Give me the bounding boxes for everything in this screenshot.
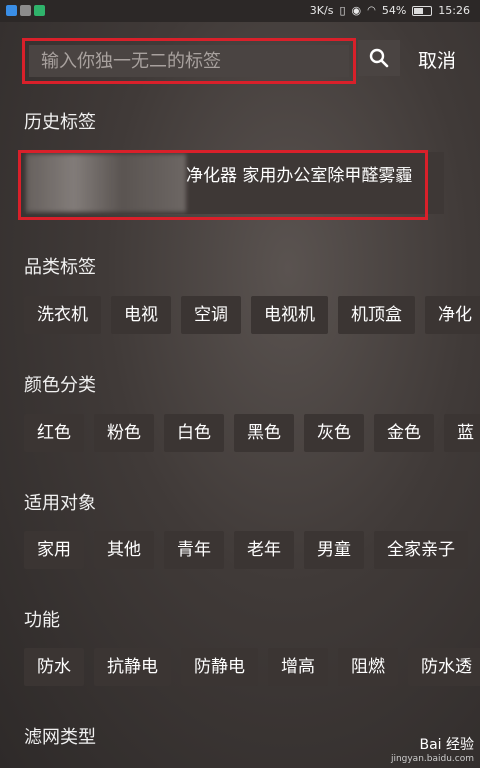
tag-chip[interactable]: 防水透 (408, 648, 480, 686)
tag-chip[interactable]: 青年 (164, 531, 224, 569)
tag-chip[interactable]: 男童 (304, 531, 364, 569)
category-title: 品类标签 (24, 257, 96, 278)
tag-chip[interactable]: 蓝 (444, 414, 480, 452)
function-chips: 防水 抗静电 防静电 增高 阻燃 防水透 (24, 648, 480, 686)
baidu-jingyan-watermark: Bai 经验 jingyan.baidu.com (391, 734, 474, 764)
eye-comfort-icon: ◉ (351, 4, 362, 17)
app-notification-icon (6, 5, 17, 16)
tag-chip[interactable]: 老年 (234, 531, 294, 569)
tag-chip[interactable]: 白色 (164, 414, 224, 452)
tag-chip[interactable]: 防水 (24, 648, 84, 686)
search-icon (369, 48, 389, 68)
image-notification-icon (20, 5, 31, 16)
cancel-button[interactable]: 取消 (418, 46, 456, 73)
notification-icons (6, 5, 45, 16)
status-bar: 3K/s ▯ ◉ ◠ 54% 15:26 (0, 0, 480, 22)
search-button[interactable] (358, 40, 400, 76)
filter-title: 滤网类型 (24, 727, 96, 748)
audience-chips: 家用 其他 青年 老年 男童 全家亲子 (24, 531, 468, 569)
battery-icon (412, 5, 433, 16)
search-input[interactable] (29, 45, 349, 77)
tag-chip[interactable]: 电视 (111, 296, 171, 334)
tag-chip[interactable]: 粉色 (94, 414, 154, 452)
vibrate-icon: ▯ (339, 4, 346, 17)
tag-chip[interactable]: 空调 (181, 296, 241, 334)
tag-chip[interactable]: 抗静电 (94, 648, 171, 686)
search-highlight-box (22, 38, 356, 84)
network-speed: 3K/s (309, 4, 334, 17)
clock: 15:26 (438, 4, 470, 17)
tag-chip[interactable]: 黑色 (234, 414, 294, 452)
history-highlight-box (18, 150, 428, 220)
battery-percent: 54% (381, 4, 407, 17)
color-title: 颜色分类 (24, 375, 96, 396)
function-title: 功能 (24, 610, 60, 631)
tag-chip[interactable]: 机顶盒 (338, 296, 415, 334)
tag-chip[interactable]: 其他 (94, 531, 154, 569)
wifi-icon: ◠ (367, 5, 376, 16)
watermark-url: jingyan.baidu.com (390, 754, 474, 764)
tag-chip[interactable]: 全家亲子 (374, 531, 468, 569)
tag-chip[interactable]: 家用 (24, 531, 84, 569)
color-chips: 红色 粉色 白色 黑色 灰色 金色 蓝 (24, 414, 480, 452)
tag-chip[interactable]: 电视机 (251, 296, 328, 334)
tag-chip[interactable]: 洗衣机 (24, 296, 101, 334)
tag-chip[interactable]: 金色 (374, 414, 434, 452)
wechat-notification-icon (34, 5, 45, 16)
tag-chip[interactable]: 净化 (425, 296, 480, 334)
tag-chip[interactable]: 增高 (268, 648, 328, 686)
watermark-brand: Bai 经验 (419, 737, 474, 753)
status-indicators: 3K/s ▯ ◉ ◠ 54% 15:26 (310, 4, 470, 17)
history-title: 历史标签 (24, 112, 96, 133)
tag-chip[interactable]: 阻燃 (338, 648, 398, 686)
tag-chip[interactable]: 灰色 (304, 414, 364, 452)
audience-title: 适用对象 (24, 493, 96, 514)
tag-chip[interactable]: 防静电 (181, 648, 258, 686)
tag-chip[interactable]: 红色 (24, 414, 84, 452)
category-chips: 洗衣机 电视 空调 电视机 机顶盒 净化 (24, 296, 480, 334)
